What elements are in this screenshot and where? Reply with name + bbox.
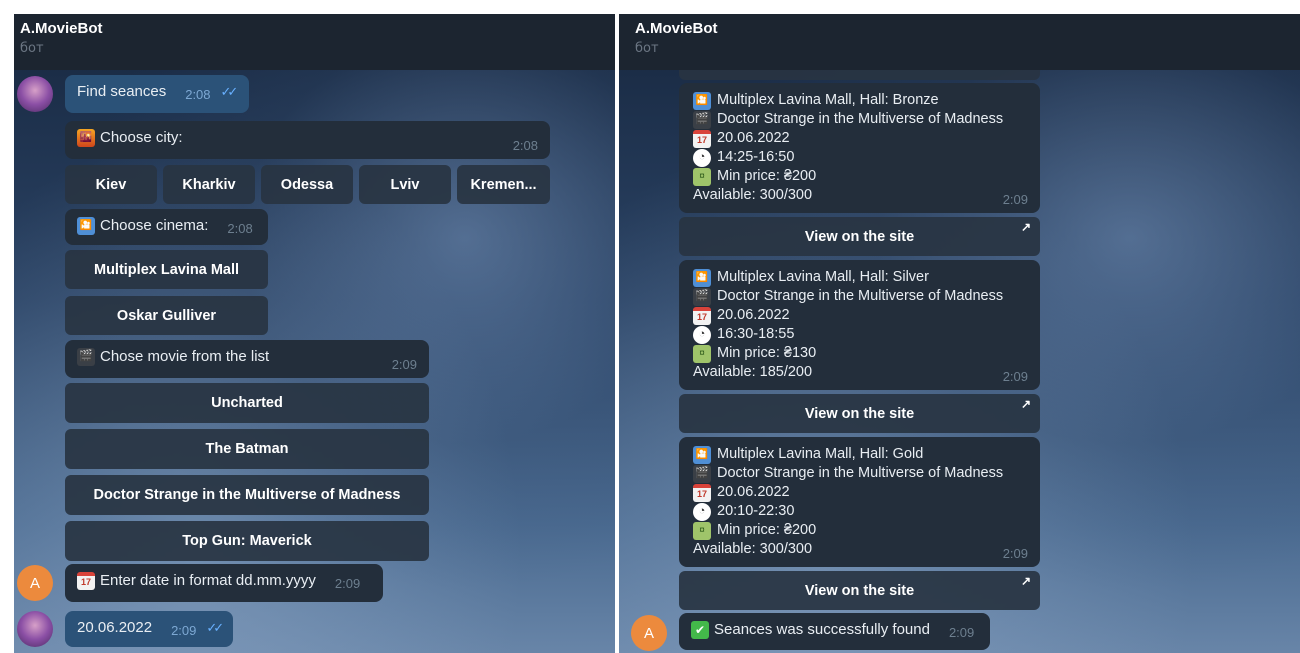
message-choose-city: 🌇 Choose city: 2:08 — [65, 121, 550, 159]
view-on-site-label: View on the site — [804, 405, 915, 422]
chat-pane-right: A.MovieBot бот 🎦 Multiplex Lavina Mall, H… — [619, 14, 1300, 653]
external-link-icon: ↗ — [1020, 397, 1031, 411]
calendar-icon: 17 — [693, 129, 711, 148]
cinema-icon: 🎦 — [693, 445, 711, 464]
seance-movie: Doctor Strange in the Multiverse of Madn… — [717, 465, 1004, 481]
calendar-icon: 17 — [693, 483, 711, 502]
message-time: 2:08 — [227, 221, 253, 236]
message-text: 20.06.2022 — [77, 619, 153, 636]
view-on-site-button[interactable]: View on the site ↗ — [679, 394, 1040, 433]
seance-cinema: Multiplex Lavina Mall, Hall: Gold — [717, 446, 924, 462]
seance-price: Min price: ₴130 — [717, 345, 817, 361]
view-on-site-label: View on the site — [804, 228, 915, 245]
seance-date: 20.06.2022 — [717, 307, 790, 323]
view-on-site-button[interactable]: View on the site ↗ — [679, 217, 1040, 256]
chat-header[interactable]: A.MovieBot бот — [14, 14, 615, 70]
bot-avatar[interactable]: A — [631, 615, 667, 651]
clock-icon: ◔ — [693, 502, 711, 521]
clapper-icon: 🎬 — [693, 464, 711, 483]
seance-available: Available: 300/300 — [693, 541, 813, 557]
chat-subtitle: бот — [635, 41, 659, 56]
message-time: 2:09 — [171, 623, 197, 638]
seance-card: 🎦 Multiplex Lavina Mall, Hall: Gold 🎬 Doct… — [679, 437, 1040, 567]
movie-button-uncharted[interactable]: Uncharted — [65, 383, 429, 423]
seance-movie: Doctor Strange in the Multiverse of Madn… — [717, 111, 1004, 127]
message-date: 20.06.2022 2:09 ✓✓ — [65, 611, 233, 647]
chat-pane-left: A.MovieBot бот Find seances 2:08 ✓✓ 🌇 Ch… — [14, 14, 615, 653]
seance-time-range: 14:25-16:50 — [717, 149, 795, 165]
calendar-icon: 17 — [693, 306, 711, 325]
message-text: Chose movie from the list — [100, 348, 270, 365]
clapper-icon: 🎬 — [77, 347, 95, 366]
city-button-odessa[interactable]: Odessa — [261, 165, 353, 204]
read-receipt-icon: ✓✓ — [206, 620, 224, 635]
city-button-kharkiv[interactable]: Kharkiv — [163, 165, 255, 204]
message-seances-found: ✔ Seances was successfully found 2:09 — [679, 613, 990, 650]
money-icon: ¤ — [693, 521, 711, 540]
seance-card: 🎦 Multiplex Lavina Mall, Hall: Silver 🎬 Do… — [679, 260, 1040, 390]
chat-header[interactable]: A.MovieBot бот — [619, 14, 1300, 70]
city-button-kiev[interactable]: Kiev — [65, 165, 157, 204]
chat-subtitle: бот — [20, 41, 44, 56]
read-receipt-icon: ✓✓ — [220, 84, 239, 99]
external-link-icon: ↗ — [1020, 574, 1031, 588]
message-time: 2:09 — [334, 576, 361, 591]
bot-avatar[interactable]: A — [17, 565, 53, 601]
city-icon: 🌇 — [77, 128, 95, 147]
message-text: Find seances — [77, 83, 167, 100]
seance-available: Available: 185/200 — [693, 364, 813, 380]
cinema-button-multiplex[interactable]: Multiplex Lavina Mall — [65, 250, 268, 289]
money-icon: ¤ — [693, 344, 711, 363]
seance-date: 20.06.2022 — [717, 130, 790, 146]
message-time: 2:09 — [1002, 192, 1028, 207]
calendar-icon: 17 — [77, 571, 95, 590]
message-time: 2:09 — [391, 357, 417, 372]
clock-icon: ◔ — [693, 325, 711, 344]
message-time: 2:08 — [185, 87, 211, 102]
seance-price: Min price: ₴200 — [717, 522, 817, 538]
cinema-button-oskar[interactable]: Oskar Gulliver — [65, 296, 268, 335]
seance-price: Min price: ₴200 — [717, 168, 817, 184]
view-on-site-button[interactable]: View on the site ↗ — [679, 571, 1040, 610]
city-button-kremen[interactable]: Kremen... — [457, 165, 550, 204]
clapper-icon: 🎬 — [693, 287, 711, 306]
cinema-icon: 🎦 — [77, 216, 95, 235]
seance-date: 20.06.2022 — [717, 484, 790, 500]
view-on-site-label: View on the site — [804, 582, 915, 599]
clapper-icon: 🎬 — [693, 110, 711, 129]
city-button-lviv[interactable]: Lviv — [359, 165, 451, 204]
seance-available: Available: 300/300 — [693, 187, 813, 203]
message-text: Enter date in format dd.mm.yyyy — [100, 572, 316, 589]
message-date-prompt: 17 Enter date in format dd.mm.yyyy 2:09 — [65, 564, 383, 602]
chat-title: A.MovieBot — [20, 20, 103, 37]
message-time: 2:08 — [512, 138, 538, 153]
user-avatar[interactable] — [17, 611, 53, 647]
seance-time-range: 16:30-18:55 — [717, 326, 795, 342]
check-icon: ✔ — [691, 620, 709, 639]
cinema-icon: 🎦 — [693, 91, 711, 110]
message-text: Seances was successfully found — [714, 621, 930, 638]
message-find-seances: Find seances 2:08 ✓✓ — [65, 75, 249, 113]
message-choose-movie: 🎬 Chose movie from the list 2:09 — [65, 340, 429, 378]
message-text: Choose cinema: — [100, 217, 209, 234]
seance-cinema: Multiplex Lavina Mall, Hall: Silver — [717, 269, 929, 285]
seance-card: 🎦 Multiplex Lavina Mall, Hall: Bronze 🎬 Do… — [679, 83, 1040, 213]
seance-cinema: Multiplex Lavina Mall, Hall: Bronze — [717, 92, 939, 108]
movie-button-doctor-strange[interactable]: Doctor Strange in the Multiverse of Madn… — [65, 475, 429, 515]
message-text: Choose city: — [100, 129, 183, 146]
seance-time-range: 20:10-22:30 — [717, 503, 795, 519]
clock-icon: ◔ — [693, 148, 711, 167]
message-time: 2:09 — [1002, 369, 1028, 384]
movie-button-batman[interactable]: The Batman — [65, 429, 429, 469]
movie-button-top-gun[interactable]: Top Gun: Maverick — [65, 521, 429, 561]
money-icon: ¤ — [693, 167, 711, 186]
message-time: 2:09 — [948, 625, 975, 640]
chat-title: A.MovieBot — [635, 20, 718, 37]
external-link-icon: ↗ — [1020, 220, 1031, 234]
seance-movie: Doctor Strange in the Multiverse of Madn… — [717, 288, 1004, 304]
message-choose-cinema: 🎦 Choose cinema: 2:08 — [65, 209, 268, 245]
message-time: 2:09 — [1002, 546, 1028, 561]
user-avatar[interactable] — [17, 76, 53, 112]
cinema-icon: 🎦 — [693, 268, 711, 287]
